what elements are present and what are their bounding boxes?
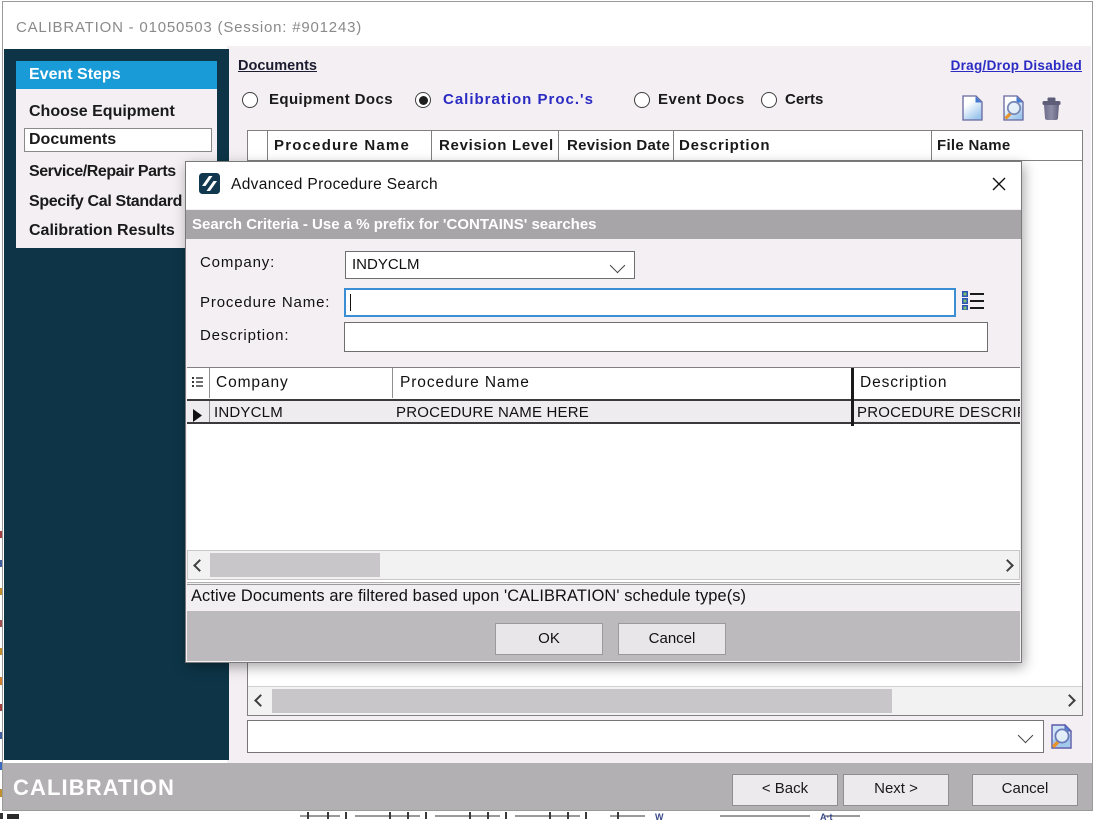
- svg-text:W: W: [655, 812, 664, 820]
- svg-text:A·t: A·t: [820, 812, 833, 820]
